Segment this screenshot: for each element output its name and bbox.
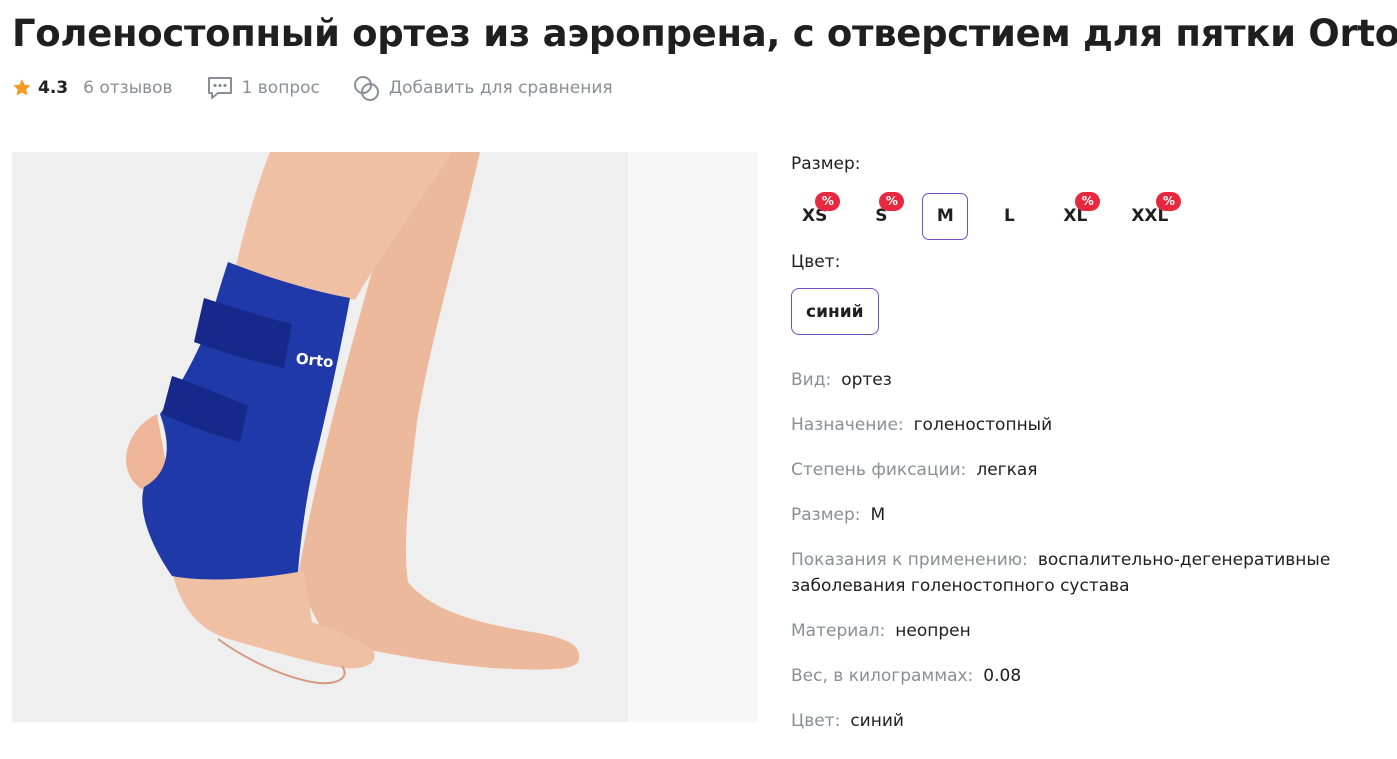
spec-material: Материал: неопрен [791, 618, 1351, 644]
specs-list: Вид: ортез Назначение: голеностопный Степе… [791, 367, 1391, 734]
size-option-label: M [936, 206, 954, 226]
compare-circles-icon [353, 76, 379, 101]
spec-indications: Показания к применению: воспалительно-дег… [791, 547, 1351, 599]
spec-value: легкая [976, 460, 1038, 480]
color-label: Цвет: [791, 252, 841, 272]
spec-type: Вид: ортез [791, 367, 1351, 393]
spec-weight: Вес, в килограммах: 0.08 [791, 663, 1351, 689]
discount-badge: % [879, 191, 905, 211]
size-option-s[interactable]: S % [858, 191, 905, 240]
star-icon [13, 79, 31, 96]
size-option-l[interactable]: L [986, 193, 1032, 240]
spec-purpose: Назначение: голеностопный [791, 412, 1351, 438]
size-selector: XS % S % M L XL % XXL % [789, 191, 1391, 240]
spec-value: 0.08 [983, 666, 1022, 686]
size-option-xl[interactable]: XL % [1050, 191, 1101, 240]
spec-key: Вес, в килограммах: [791, 666, 974, 686]
size-label: Размер: [791, 154, 861, 174]
spec-size: Размер: M [791, 502, 1351, 528]
discount-badge: % [1075, 191, 1101, 211]
questions-link[interactable]: 1 вопрос [206, 75, 320, 101]
color-option-blue[interactable]: синий [791, 288, 879, 335]
spec-value: неопрен [895, 621, 971, 641]
spec-key: Назначение: [791, 415, 904, 435]
spec-color: Цвет: синий [791, 708, 1351, 734]
product-title: Голеностопный ортез из аэропрена, с отве… [12, 12, 1397, 55]
spec-value: M [870, 505, 886, 525]
compare-link[interactable]: Добавить для сравнения [353, 74, 613, 102]
rating-value: 4.3 [38, 78, 69, 98]
reviews-link[interactable]: 6 отзывов [83, 78, 172, 98]
size-option-xxl[interactable]: XXL % [1118, 191, 1182, 240]
size-option-label: L [1003, 206, 1015, 226]
spec-key: Степень фиксации: [791, 460, 967, 480]
spec-value: ортез [841, 370, 892, 390]
product-options: Размер: XS % S % M L XL % XXL % Цвет: си… [791, 150, 1391, 753]
spec-key: Материал: [791, 621, 886, 641]
discount-badge: % [815, 191, 841, 211]
questions-label: 1 вопрос [241, 78, 320, 98]
discount-badge: % [1156, 191, 1182, 211]
chat-bubble-icon [207, 77, 232, 99]
spec-key: Размер: [791, 505, 861, 525]
compare-label: Добавить для сравнения [388, 78, 613, 98]
spec-fixation: Степень фиксации: легкая [791, 457, 1351, 483]
ankle-orthosis-illustration: Orto [12, 152, 758, 722]
size-option-xs[interactable]: XS % [789, 191, 841, 240]
product-meta-row: 4.3 6 отзывов 1 вопрос Добавить для срав… [12, 74, 646, 102]
spec-key: Вид: [791, 370, 832, 390]
spec-value: голеностопный [913, 415, 1053, 435]
product-page: Голеностопный ортез из аэропрена, с отве… [0, 0, 1397, 759]
spec-value: синий [850, 711, 904, 731]
product-photo[interactable]: Orto [12, 152, 758, 722]
size-option-m[interactable]: M [922, 192, 969, 240]
spec-key: Показания к применению: [791, 550, 1028, 570]
spec-key: Цвет: [791, 711, 841, 731]
